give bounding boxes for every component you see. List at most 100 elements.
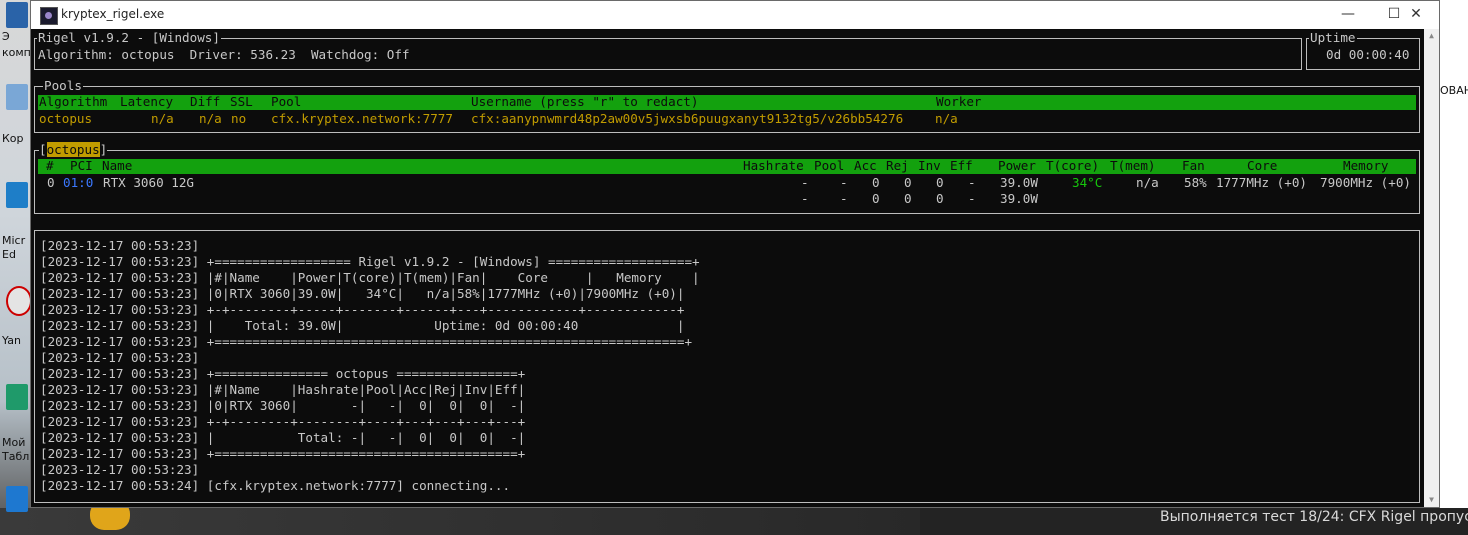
devices-panel: [octopus] # PCI Name Hashrate Pool Acc R… <box>34 142 1420 214</box>
title-bar[interactable]: kryptex_rigel.exe — ☐ ✕ <box>31 1 1439 29</box>
pools-header-ssl: SSL <box>230 94 253 109</box>
pools-header-worker: Worker <box>936 94 982 109</box>
status-text: Выполняется тест 18/24: CFX Rigel пропус <box>1160 509 1468 525</box>
log-line: [2023-12-17 00:53:23] +=============== o… <box>40 366 526 381</box>
scroll-up-icon[interactable]: ▲ <box>1424 29 1439 43</box>
algo-bracket-close: ] <box>99 142 108 157</box>
console-window[interactable]: kryptex_rigel.exe — ☐ ✕ Rigel v1.9.2 - [… <box>30 0 1440 508</box>
pools-row-ssl: no <box>231 111 247 126</box>
dev-row-power: 39.0W <box>1000 175 1038 190</box>
vertical-scrollbar[interactable]: ▲ ▼ <box>1424 29 1439 507</box>
desktop-background-right <box>1440 0 1468 535</box>
log-line: [2023-12-17 00:53:23] +=================… <box>40 254 700 269</box>
dev-total-power: 39.0W <box>1000 191 1038 206</box>
dev-total-rej: 0 <box>904 191 912 206</box>
dev-total-pool: - <box>840 191 848 206</box>
dev-row-tmem: n/a <box>1136 175 1159 190</box>
dev-header-eff: Eff <box>950 158 973 173</box>
log-line: [2023-12-17 00:53:24] [cfx.kryptex.netwo… <box>40 478 511 493</box>
pools-title: Pools <box>43 78 83 94</box>
desktop-label: Табл <box>2 450 30 463</box>
scroll-down-icon[interactable]: ▼ <box>1424 493 1439 507</box>
log-lines: [2023-12-17 00:53:23] [2023-12-17 00:53:… <box>40 238 700 494</box>
dev-header-tcore: T(core) <box>1046 158 1100 173</box>
dev-row-pci: 01:0 <box>63 175 94 190</box>
dev-row-eff: - <box>968 175 976 190</box>
pools-header-latency: Latency <box>120 94 174 109</box>
log-line: [2023-12-17 00:53:23] |0|RTX 3060|39.0W|… <box>40 286 685 301</box>
pools-panel: Pools Algorithm Latency Diff SSL Pool Us… <box>34 78 1420 133</box>
pools-header-algorithm: Algorithm <box>39 94 108 109</box>
dev-row-pool: - <box>840 175 848 190</box>
dev-header-power: Power <box>998 158 1036 173</box>
close-button[interactable]: ✕ <box>1393 1 1439 29</box>
uptime-title: Uptime <box>1309 30 1357 46</box>
header-title: Rigel v1.9.2 - [Windows] <box>37 30 221 46</box>
window-title: kryptex_rigel.exe <box>61 7 165 21</box>
dev-header-fan: Fan <box>1182 158 1205 173</box>
log-panel[interactable]: [2023-12-17 00:53:23] [2023-12-17 00:53:… <box>34 230 1420 503</box>
uptime-panel: Uptime 0d 00:00:40 <box>1306 30 1420 70</box>
dev-total-hashrate: - <box>801 191 809 206</box>
pools-row-latency: n/a <box>151 111 174 126</box>
dev-row-name: RTX 3060 12G <box>103 175 194 190</box>
dev-header-pci: PCI <box>70 158 93 173</box>
dev-header-inv: Inv <box>918 158 941 173</box>
log-line: [2023-12-17 00:53:23] <box>40 462 200 477</box>
desktop-label: Э <box>2 30 10 43</box>
dev-header-core: Core <box>1247 158 1278 173</box>
dev-total-inv: 0 <box>936 191 944 206</box>
header-panel: Rigel v1.9.2 - [Windows] Algorithm: octo… <box>34 30 1302 70</box>
pools-header-username: Username (press "r" to redact) <box>471 94 699 109</box>
pools-row-diff: n/a <box>199 111 222 126</box>
header-info-line: Algorithm: octopus Driver: 536.23 Watchd… <box>38 47 410 62</box>
dev-header-name: Name <box>102 158 133 173</box>
dev-header-num: # <box>46 158 54 173</box>
log-line: [2023-12-17 00:53:23] +=================… <box>40 446 526 461</box>
algo-bracket-open: [ <box>39 142 47 157</box>
dev-row-fan: 58% <box>1184 175 1207 190</box>
desktop-label: Мой <box>2 436 26 449</box>
log-line: [2023-12-17 00:53:23] <box>40 238 200 253</box>
dev-header-pool: Pool <box>814 158 845 173</box>
dev-header-rej: Rej <box>886 158 909 173</box>
dev-row-memory: 7900MHz (+0) <box>1320 175 1411 190</box>
app-shortcut-icon[interactable] <box>6 486 28 512</box>
edge-shortcut-icon[interactable] <box>6 182 28 208</box>
log-line: [2023-12-17 00:53:23] +-+--------+------… <box>40 414 526 429</box>
desktop-label: Кор <box>2 132 24 145</box>
desktop-label: комп <box>2 46 31 59</box>
algo-tag: octopus <box>46 142 100 157</box>
desktop-computer-icon[interactable] <box>6 2 28 28</box>
log-line: [2023-12-17 00:53:23] +-+--------+-----+… <box>40 302 685 317</box>
pools-row-username: cfx:aanypnwmrd48p2aw00v5jwxsb6puugxanyt9… <box>471 111 904 126</box>
log-line: [2023-12-17 00:53:23] |0|RTX 3060| -| -|… <box>40 398 526 413</box>
dev-row-rej: 0 <box>904 175 912 190</box>
pools-row-pool: cfx.kryptex.network:7777 <box>271 111 453 126</box>
uptime-value: 0d 00:00:40 <box>1326 47 1410 62</box>
desktop-label: Micr <box>2 234 26 247</box>
dev-header-memory: Memory <box>1343 158 1389 173</box>
dev-header-acc: Acc <box>854 158 877 173</box>
desktop-right-fragment: ОВАН <box>1440 84 1468 97</box>
desktop-label: Yan <box>2 334 21 347</box>
dev-row-core: 1777MHz (+0) <box>1216 175 1307 190</box>
minimize-button[interactable]: — <box>1325 1 1371 29</box>
dev-row-inv: 0 <box>936 175 944 190</box>
pools-header-pool: Pool <box>271 94 302 109</box>
spreadsheet-shortcut-icon[interactable] <box>6 384 28 410</box>
recycle-bin-icon[interactable] <box>6 84 28 110</box>
dev-total-acc: 0 <box>872 191 880 206</box>
terminal-area[interactable]: Rigel v1.9.2 - [Windows] Algorithm: octo… <box>31 29 1424 507</box>
dev-row-hashrate: - <box>801 175 809 190</box>
pools-header-row: Algorithm Latency Diff SSL Pool Username… <box>38 94 1416 110</box>
log-line: [2023-12-17 00:53:23] |#|Name |Hashrate|… <box>40 382 526 397</box>
dev-row-num: 0 <box>47 175 55 190</box>
dev-total-eff: - <box>968 191 976 206</box>
pools-row-algorithm: octopus <box>39 111 93 126</box>
log-line: [2023-12-17 00:53:23] | Total: -| -| 0| … <box>40 430 526 445</box>
pools-header-diff: Diff <box>190 94 221 109</box>
yandex-shortcut-icon[interactable] <box>6 286 32 316</box>
dev-header-hashrate: Hashrate <box>743 158 804 173</box>
desktop-label: Ed <box>2 248 16 261</box>
